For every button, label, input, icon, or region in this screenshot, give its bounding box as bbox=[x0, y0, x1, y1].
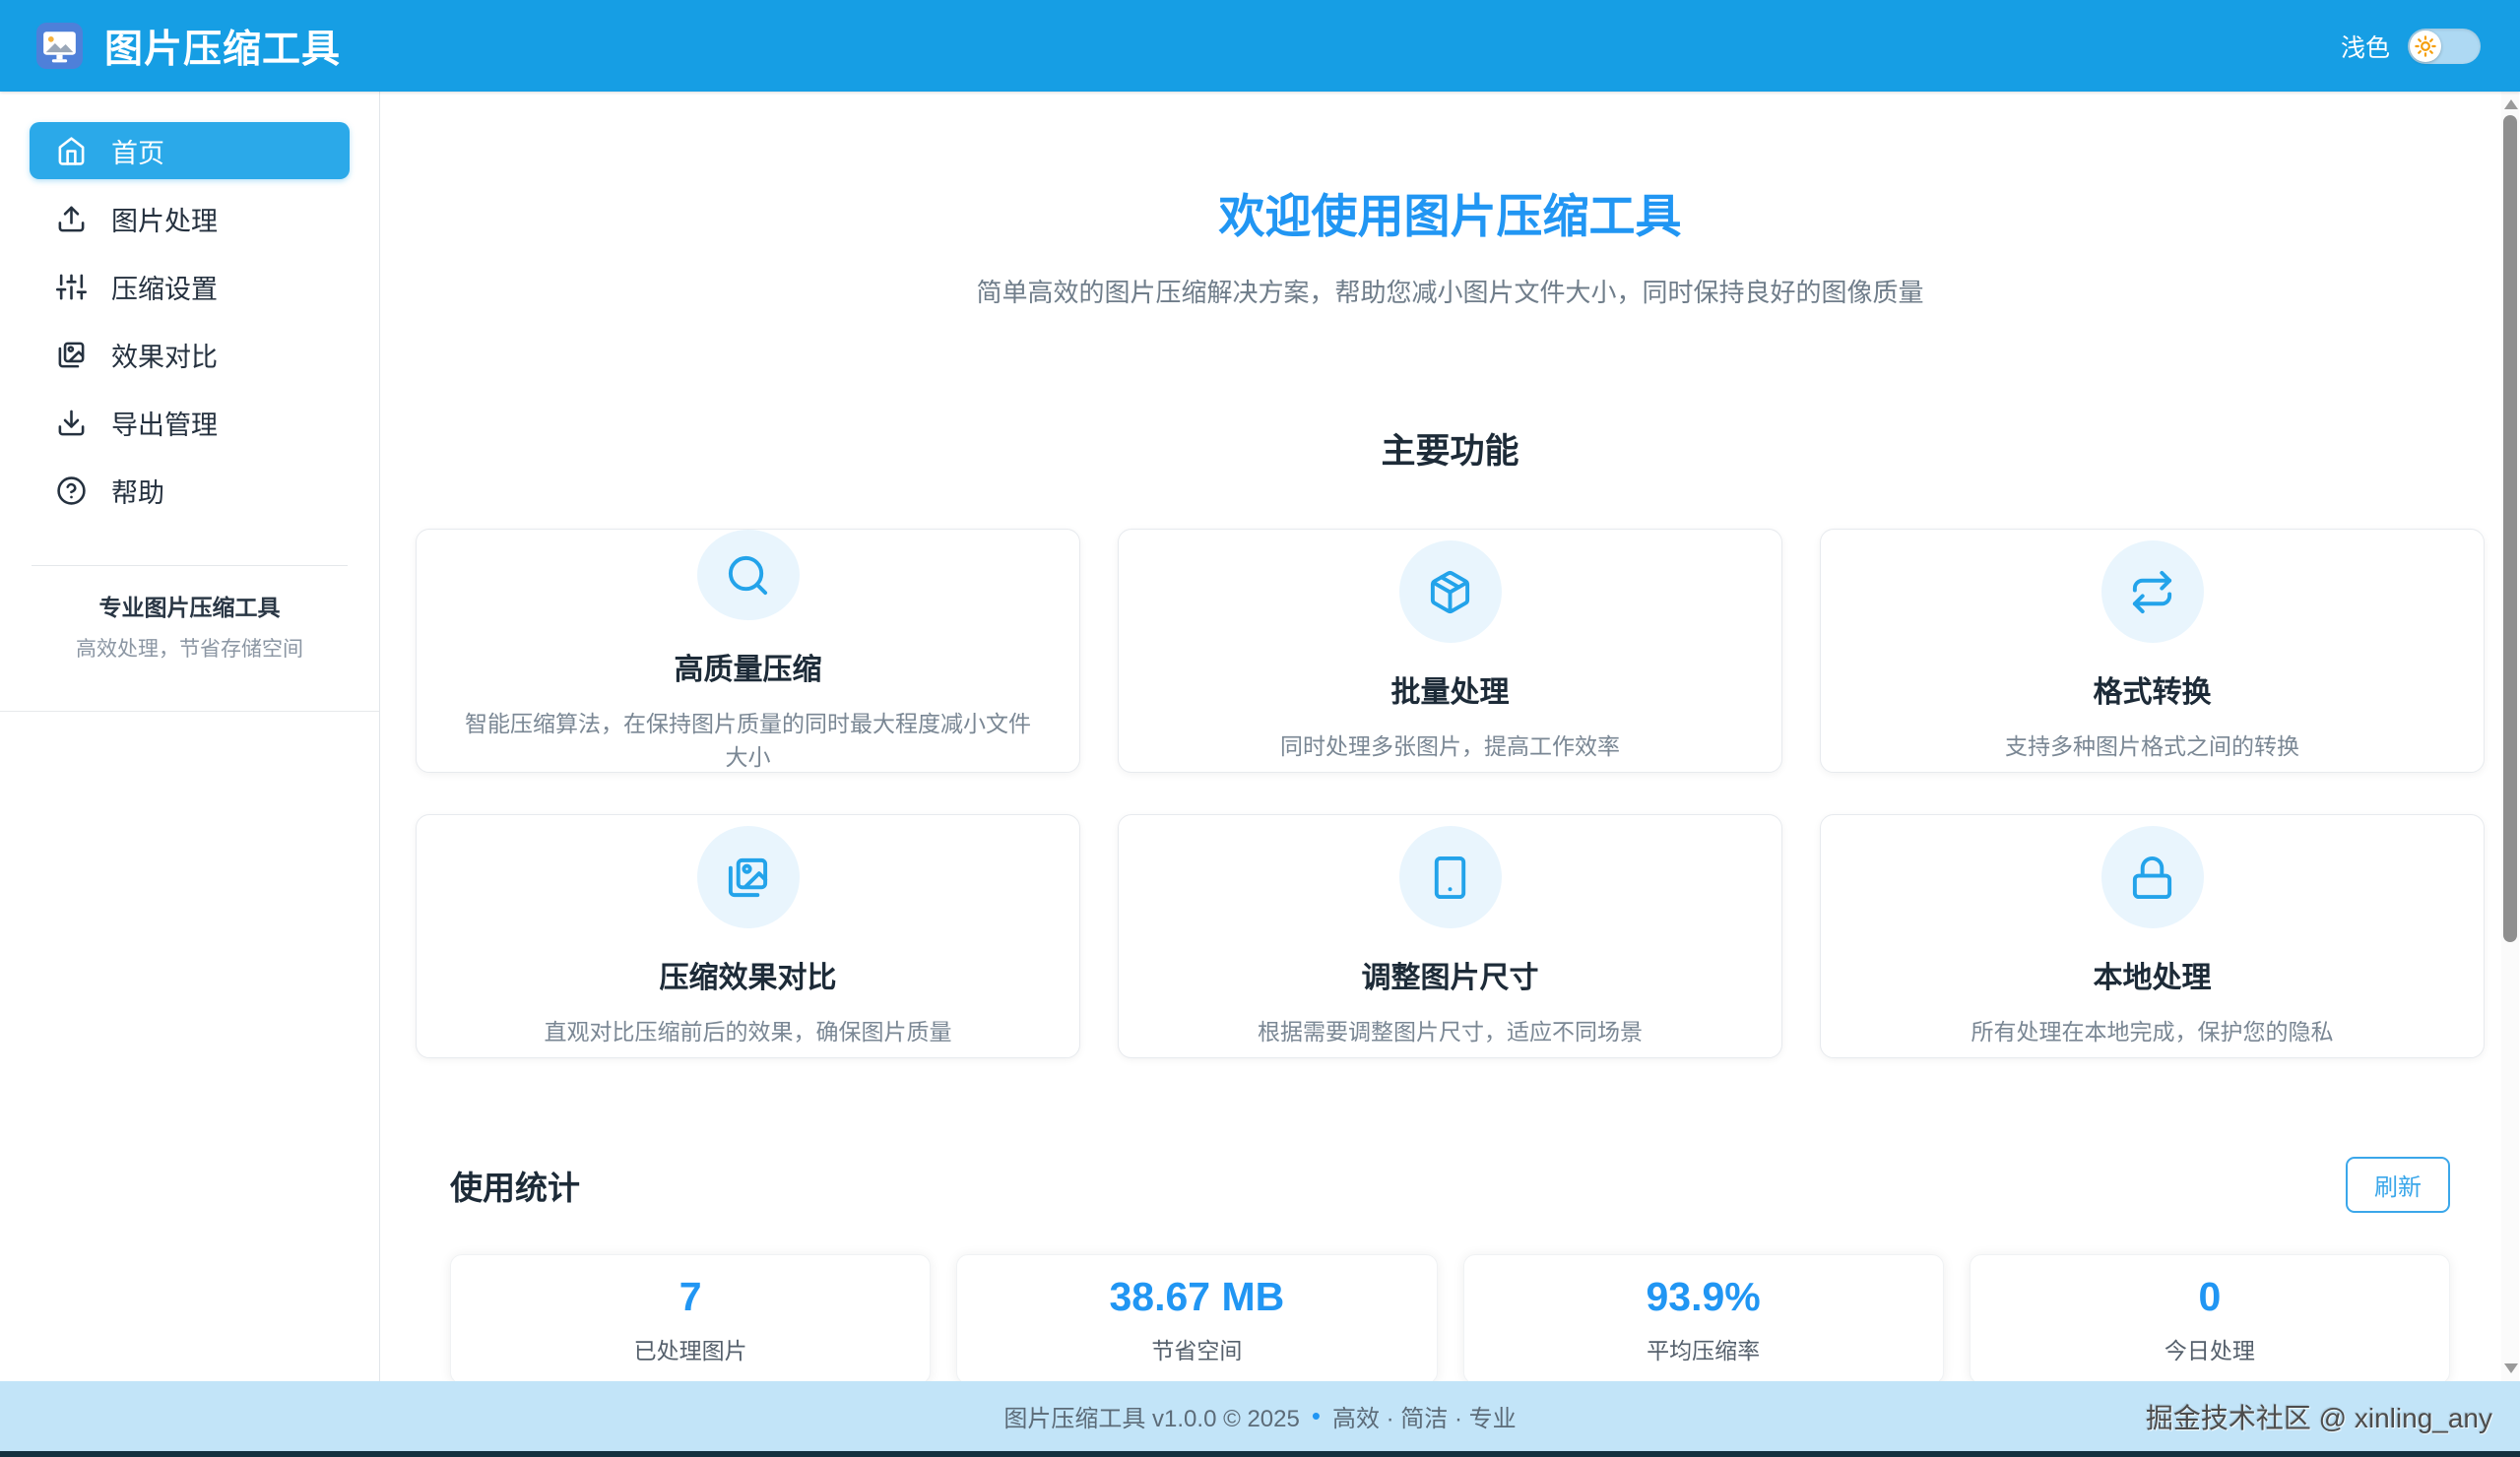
app-title: 图片压缩工具 bbox=[104, 19, 341, 74]
sidebar-footer-subtitle: 高效处理，节省存储空间 bbox=[30, 633, 350, 663]
hero-title: 欢迎使用图片压缩工具 bbox=[416, 178, 2485, 246]
feature-title: 格式转换 bbox=[2094, 667, 2212, 711]
scrollbar-thumb[interactable] bbox=[2503, 115, 2517, 942]
stat-label: 节省空间 bbox=[1151, 1332, 1242, 1365]
feature-icon-circle bbox=[697, 826, 800, 928]
stat-label: 今日处理 bbox=[2165, 1332, 2255, 1365]
theme-toggle-knob[interactable] bbox=[2410, 31, 2441, 62]
feature-card-format-convert: 格式转换 支持多种图片格式之间的转换 bbox=[1820, 529, 2485, 773]
feature-card-resize-image: 调整图片尺寸 根据需要调整图片尺寸，适应不同场景 bbox=[1118, 814, 1782, 1058]
app-header: 图片压缩工具 浅色 bbox=[0, 0, 2520, 92]
sidebar-item-image-processing[interactable]: 图片处理 bbox=[30, 190, 350, 247]
stat-value: 93.9% bbox=[1646, 1274, 1760, 1320]
hero-subtitle: 简单高效的图片压缩解决方案，帮助您减小图片文件大小，同时保持良好的图像质量 bbox=[416, 273, 2485, 309]
feature-desc: 根据需要调整图片尺寸，适应不同场景 bbox=[1258, 1013, 1643, 1046]
sidebar-item-label: 帮助 bbox=[111, 472, 164, 510]
stat-value: 0 bbox=[2198, 1274, 2221, 1320]
feature-title: 高质量压缩 bbox=[675, 645, 822, 688]
sidebar-item-help[interactable]: 帮助 bbox=[30, 462, 350, 519]
images-icon bbox=[725, 855, 771, 901]
feature-grid: 高质量压缩 智能压缩算法，在保持图片质量的同时最大程度减小文件大小 批量处理 同… bbox=[416, 529, 2485, 1058]
theme-toggle-switch[interactable] bbox=[2408, 29, 2481, 64]
feature-title: 压缩效果对比 bbox=[660, 953, 837, 996]
app-footer: 图片压缩工具 v1.0.0 © 2025 • 高效 · 简洁 · 专业 掘金技术… bbox=[0, 1381, 2520, 1451]
feature-title: 批量处理 bbox=[1391, 667, 1510, 711]
hero-section: 欢迎使用图片压缩工具 简单高效的图片压缩解决方案，帮助您减小图片文件大小，同时保… bbox=[416, 92, 2485, 309]
stats-heading: 使用统计 bbox=[450, 1162, 580, 1209]
sidebar-item-effect-compare[interactable]: 效果对比 bbox=[30, 326, 350, 383]
sidebar-footer-title: 专业图片压缩工具 bbox=[30, 589, 350, 622]
stats-grid: 7 已处理图片 38.67 MB 节省空间 93.9% 平均压缩率 0 今日处理 bbox=[450, 1254, 2450, 1381]
stat-card-today-processed: 0 今日处理 bbox=[1970, 1254, 2450, 1381]
sidebar-item-label: 效果对比 bbox=[111, 336, 218, 374]
sidebar-item-export-manage[interactable]: 导出管理 bbox=[30, 394, 350, 451]
feature-card-compress-compare: 压缩效果对比 直观对比压缩前后的效果，确保图片质量 bbox=[416, 814, 1080, 1058]
feature-icon-circle bbox=[1399, 540, 1502, 643]
sidebar-nav: 首页 图片处理 压缩设置 效果对比 导出管理 bbox=[30, 122, 350, 519]
main-content: 欢迎使用图片压缩工具 简单高效的图片压缩解决方案，帮助您减小图片文件大小，同时保… bbox=[380, 92, 2520, 1381]
stat-value: 7 bbox=[679, 1274, 702, 1320]
repeat-icon bbox=[2129, 569, 2175, 615]
sidebar-item-compression-settings[interactable]: 压缩设置 bbox=[30, 258, 350, 315]
scrollbar[interactable] bbox=[2501, 92, 2519, 1381]
watermark-text: 掘金技术社区 @ xinling_any bbox=[2146, 1397, 2492, 1436]
sidebar-item-home[interactable]: 首页 bbox=[30, 122, 350, 179]
home-icon bbox=[56, 136, 87, 166]
feature-icon-circle bbox=[1399, 826, 1502, 928]
feature-card-high-quality-compress: 高质量压缩 智能压缩算法，在保持图片质量的同时最大程度减小文件大小 bbox=[416, 529, 1080, 773]
feature-title: 本地处理 bbox=[2094, 953, 2212, 996]
stat-label: 已处理图片 bbox=[634, 1332, 747, 1365]
feature-icon-circle bbox=[697, 530, 800, 620]
lock-icon bbox=[2129, 855, 2175, 901]
feature-desc: 直观对比压缩前后的效果，确保图片质量 bbox=[545, 1013, 952, 1046]
footer-slogan: 高效 · 简洁 · 专业 bbox=[1332, 1399, 1517, 1433]
feature-desc: 所有处理在本地完成，保护您的隐私 bbox=[1971, 1013, 2334, 1046]
footer-bullet: • bbox=[1312, 1401, 1321, 1431]
bottom-edge-strip bbox=[0, 1451, 2520, 1457]
help-circle-icon bbox=[56, 475, 87, 506]
stats-section: 使用统计 刷新 7 已处理图片 38.67 MB 节省空间 93.9% 平均压缩… bbox=[416, 1157, 2485, 1381]
feature-card-local-processing: 本地处理 所有处理在本地完成，保护您的隐私 bbox=[1820, 814, 2485, 1058]
images-icon bbox=[56, 340, 87, 370]
features-heading: 主要功能 bbox=[416, 423, 2485, 474]
search-icon bbox=[725, 552, 771, 599]
refresh-button[interactable]: 刷新 bbox=[2346, 1157, 2450, 1213]
feature-title: 调整图片尺寸 bbox=[1362, 953, 1539, 996]
app-logo-icon bbox=[36, 23, 83, 69]
feature-desc: 智能压缩算法，在保持图片质量的同时最大程度减小文件大小 bbox=[456, 705, 1040, 772]
sidebar-item-label: 首页 bbox=[111, 132, 164, 170]
sidebar-divider bbox=[32, 565, 348, 566]
smartphone-icon bbox=[1427, 855, 1473, 901]
sidebar-item-label: 图片处理 bbox=[111, 200, 218, 238]
app-window: 图片压缩工具 浅色 首页 bbox=[0, 0, 2520, 1457]
upload-icon bbox=[56, 204, 87, 234]
stat-card-processed-images: 7 已处理图片 bbox=[450, 1254, 931, 1381]
package-icon bbox=[1427, 569, 1473, 615]
footer-app-info: 图片压缩工具 v1.0.0 © 2025 bbox=[1003, 1399, 1299, 1433]
feature-icon-circle bbox=[2101, 540, 2204, 643]
theme-mode-label: 浅色 bbox=[2341, 29, 2390, 64]
feature-desc: 同时处理多张图片，提高工作效率 bbox=[1280, 728, 1620, 761]
sliders-icon bbox=[56, 272, 87, 302]
feature-desc: 支持多种图片格式之间的转换 bbox=[2005, 728, 2299, 761]
feature-card-batch-processing: 批量处理 同时处理多张图片，提高工作效率 bbox=[1118, 529, 1782, 773]
stat-card-avg-compress-rate: 93.9% 平均压缩率 bbox=[1463, 1254, 1944, 1381]
download-icon bbox=[56, 408, 87, 438]
sidebar-item-label: 导出管理 bbox=[111, 404, 218, 442]
scroll-up-arrow-icon[interactable] bbox=[2504, 99, 2518, 109]
scroll-down-arrow-icon[interactable] bbox=[2504, 1363, 2518, 1373]
stat-value: 38.67 MB bbox=[1109, 1274, 1284, 1320]
stat-label: 平均压缩率 bbox=[1647, 1332, 1760, 1365]
feature-icon-circle bbox=[2101, 826, 2204, 928]
sun-icon bbox=[2415, 35, 2436, 57]
stat-card-saved-space: 38.67 MB 节省空间 bbox=[956, 1254, 1437, 1381]
sidebar-item-label: 压缩设置 bbox=[111, 268, 218, 306]
sidebar: 首页 图片处理 压缩设置 效果对比 导出管理 bbox=[0, 92, 380, 1381]
